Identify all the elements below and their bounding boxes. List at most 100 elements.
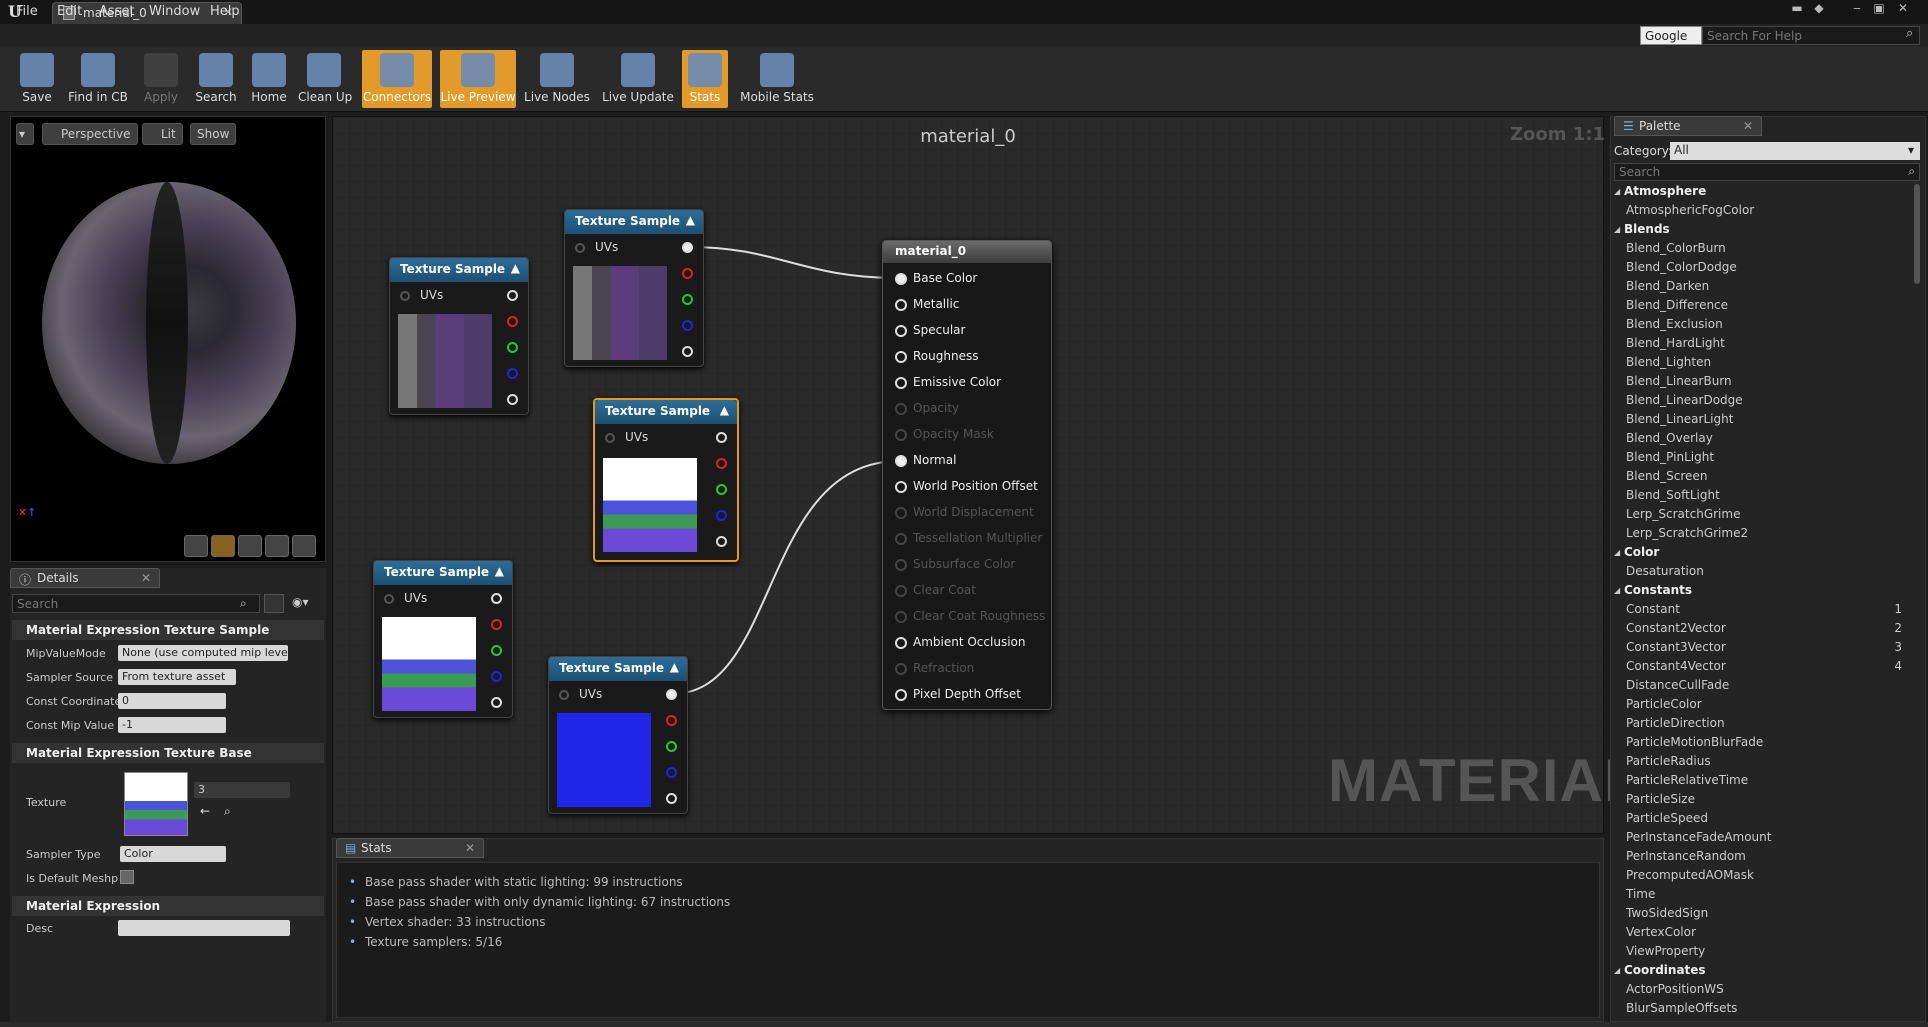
alpha-output-pin[interactable] xyxy=(507,394,518,405)
palette-category[interactable]: Constants xyxy=(1614,583,1914,602)
material-input-pin[interactable] xyxy=(895,481,907,493)
rgb-output-pin[interactable] xyxy=(507,290,518,301)
palette-item[interactable]: ViewProperty xyxy=(1614,944,1914,963)
cylinder-preview-icon[interactable] xyxy=(184,535,208,557)
browse-icon[interactable]: ⌕ xyxy=(224,804,231,819)
alpha-output-pin[interactable] xyxy=(716,536,727,547)
notification-icon[interactable]: ◆ xyxy=(1808,1,1830,15)
palette-item[interactable]: Blend_Screen xyxy=(1614,469,1914,488)
toolbar-clean-up-button[interactable]: Clean Up xyxy=(298,50,352,108)
palette-item[interactable]: Blend_Overlay xyxy=(1614,431,1914,450)
alpha-output-pin[interactable] xyxy=(491,697,502,708)
collapse-icon[interactable]: ▲ xyxy=(670,660,679,674)
palette-item[interactable]: Blend_SoftLight xyxy=(1614,488,1914,507)
lit-button[interactable]: Lit xyxy=(142,123,183,145)
palette-item[interactable]: ParticleDirection xyxy=(1614,716,1914,735)
palette-item[interactable]: ParticleMotionBlurFade xyxy=(1614,735,1914,754)
red-output-pin[interactable] xyxy=(507,316,518,327)
palette-item[interactable]: AtmosphericFogColor xyxy=(1614,203,1914,222)
uvs-input-pin[interactable] xyxy=(605,433,615,443)
palette-item[interactable]: ParticleColor xyxy=(1614,697,1914,716)
texture-asset-select[interactable]: 3 xyxy=(194,782,290,798)
red-output-pin[interactable] xyxy=(491,619,502,630)
menu-asset[interactable]: Asset xyxy=(99,4,135,19)
palette-item[interactable]: Blend_HardLight xyxy=(1614,336,1914,355)
collapse-icon[interactable]: ▲ xyxy=(720,403,729,417)
texture-sample-node[interactable]: Texture Sample ▲ UVs xyxy=(564,209,704,367)
green-output-pin[interactable] xyxy=(716,484,727,495)
close-window-icon[interactable]: ✕ xyxy=(1892,1,1914,15)
material-input-pin[interactable] xyxy=(895,637,907,649)
palette-tab[interactable]: ☰ Palette ✕ xyxy=(1614,116,1762,136)
palette-item[interactable]: Blend_Difference xyxy=(1614,298,1914,317)
rgb-output-pin[interactable] xyxy=(682,242,693,253)
help-engine-select[interactable]: Google ▾ xyxy=(1640,26,1702,57)
texture-sample-node[interactable]: Texture Sample ▲ UVs xyxy=(548,656,688,814)
toolbar-live-preview-button[interactable]: Live Preview xyxy=(440,50,516,108)
toolbar-home-button[interactable]: Home xyxy=(244,50,294,108)
search-icon[interactable]: ⌕ xyxy=(1906,26,1913,41)
palette-search-input[interactable]: Search ⌕ xyxy=(1614,163,1920,181)
const-coordinate-input[interactable]: 0 xyxy=(118,693,226,709)
uvs-input-pin[interactable] xyxy=(575,243,585,253)
show-button[interactable]: Show xyxy=(190,123,237,145)
palette-item[interactable]: Blend_PinLight xyxy=(1614,450,1914,469)
palette-item[interactable]: DistanceCullFade xyxy=(1614,678,1914,697)
teapot-preview-icon[interactable] xyxy=(292,535,316,557)
texture-sample-node[interactable]: Texture Sample ▲ UVs xyxy=(593,398,739,562)
section-texture-sample[interactable]: Material Expression Texture Sample xyxy=(12,620,324,640)
blue-output-pin[interactable] xyxy=(491,671,502,682)
material-input-pin[interactable] xyxy=(895,351,907,363)
material-input-pin[interactable] xyxy=(895,325,907,337)
maximize-icon[interactable]: ▣ xyxy=(1868,1,1890,15)
plane-preview-icon[interactable] xyxy=(238,535,262,557)
material-result-node[interactable]: material_0 Base Color Metallic Specular Rou… xyxy=(882,240,1052,710)
palette-item[interactable]: Constant2Vector 2 xyxy=(1614,621,1914,640)
menu-edit[interactable]: Edit xyxy=(57,4,82,19)
perspective-button[interactable]: Perspective xyxy=(42,123,138,145)
uvs-input-pin[interactable] xyxy=(384,594,394,604)
palette-item[interactable]: BlurSampleOffsets xyxy=(1614,1001,1914,1020)
red-output-pin[interactable] xyxy=(682,268,693,279)
blue-output-pin[interactable] xyxy=(682,320,693,331)
material-input-pin[interactable] xyxy=(895,299,907,311)
blue-output-pin[interactable] xyxy=(507,368,518,379)
palette-item[interactable]: Blend_Darken xyxy=(1614,279,1914,298)
rgb-output-pin[interactable] xyxy=(491,593,502,604)
palette-item[interactable]: Blend_Exclusion xyxy=(1614,317,1914,336)
close-stats-icon[interactable]: ✕ xyxy=(465,841,475,855)
minimize-icon[interactable]: ‒ xyxy=(1846,1,1868,15)
menu-file[interactable]: File xyxy=(16,4,38,19)
palette-item[interactable]: Blend_LinearBurn xyxy=(1614,374,1914,393)
alpha-output-pin[interactable] xyxy=(682,346,693,357)
menu-help[interactable]: Help xyxy=(210,4,240,19)
eye-icon[interactable]: ◉▾ xyxy=(292,595,309,609)
rgb-output-pin[interactable] xyxy=(666,689,677,700)
sphere-preview-icon[interactable] xyxy=(211,535,235,557)
alpha-output-pin[interactable] xyxy=(666,793,677,804)
cube-preview-icon[interactable] xyxy=(265,535,289,557)
palette-item[interactable]: ActorPositionWS xyxy=(1614,982,1914,1001)
toolbar-save-button[interactable]: Save xyxy=(14,50,60,108)
collapse-icon[interactable]: ▲ xyxy=(511,261,520,275)
palette-item[interactable]: Blend_Lighten xyxy=(1614,355,1914,374)
view-options-icon[interactable] xyxy=(264,594,284,613)
chat-icon[interactable]: ▬ xyxy=(1786,1,1808,15)
palette-item[interactable]: PerInstanceFadeAmount xyxy=(1614,830,1914,849)
toolbar-find-in-cb-button[interactable]: Find in CB xyxy=(62,50,134,108)
palette-item[interactable]: ParticleSize xyxy=(1614,792,1914,811)
blue-output-pin[interactable] xyxy=(716,510,727,521)
toolbar-live-update-button[interactable]: Live Update xyxy=(598,50,678,108)
category-select[interactable]: All ▾ xyxy=(1670,142,1920,160)
uvs-input-pin[interactable] xyxy=(559,690,569,700)
palette-item[interactable]: TwoSidedSign xyxy=(1614,906,1914,925)
toolbar-mobile-stats-button[interactable]: Mobile Stats xyxy=(736,50,818,108)
palette-category[interactable]: Coordinates xyxy=(1614,963,1914,982)
green-output-pin[interactable] xyxy=(491,645,502,656)
toolbar-connectors-button[interactable]: Connectors xyxy=(362,50,432,108)
mip-value-mode-select[interactable]: None (use computed mip level) xyxy=(118,645,288,661)
close-details-icon[interactable]: ✕ xyxy=(141,571,151,585)
sampler-source-select[interactable]: From texture asset xyxy=(118,669,236,685)
details-search-input[interactable]: Search xyxy=(12,594,260,613)
palette-scrollbar[interactable] xyxy=(1914,184,1920,284)
